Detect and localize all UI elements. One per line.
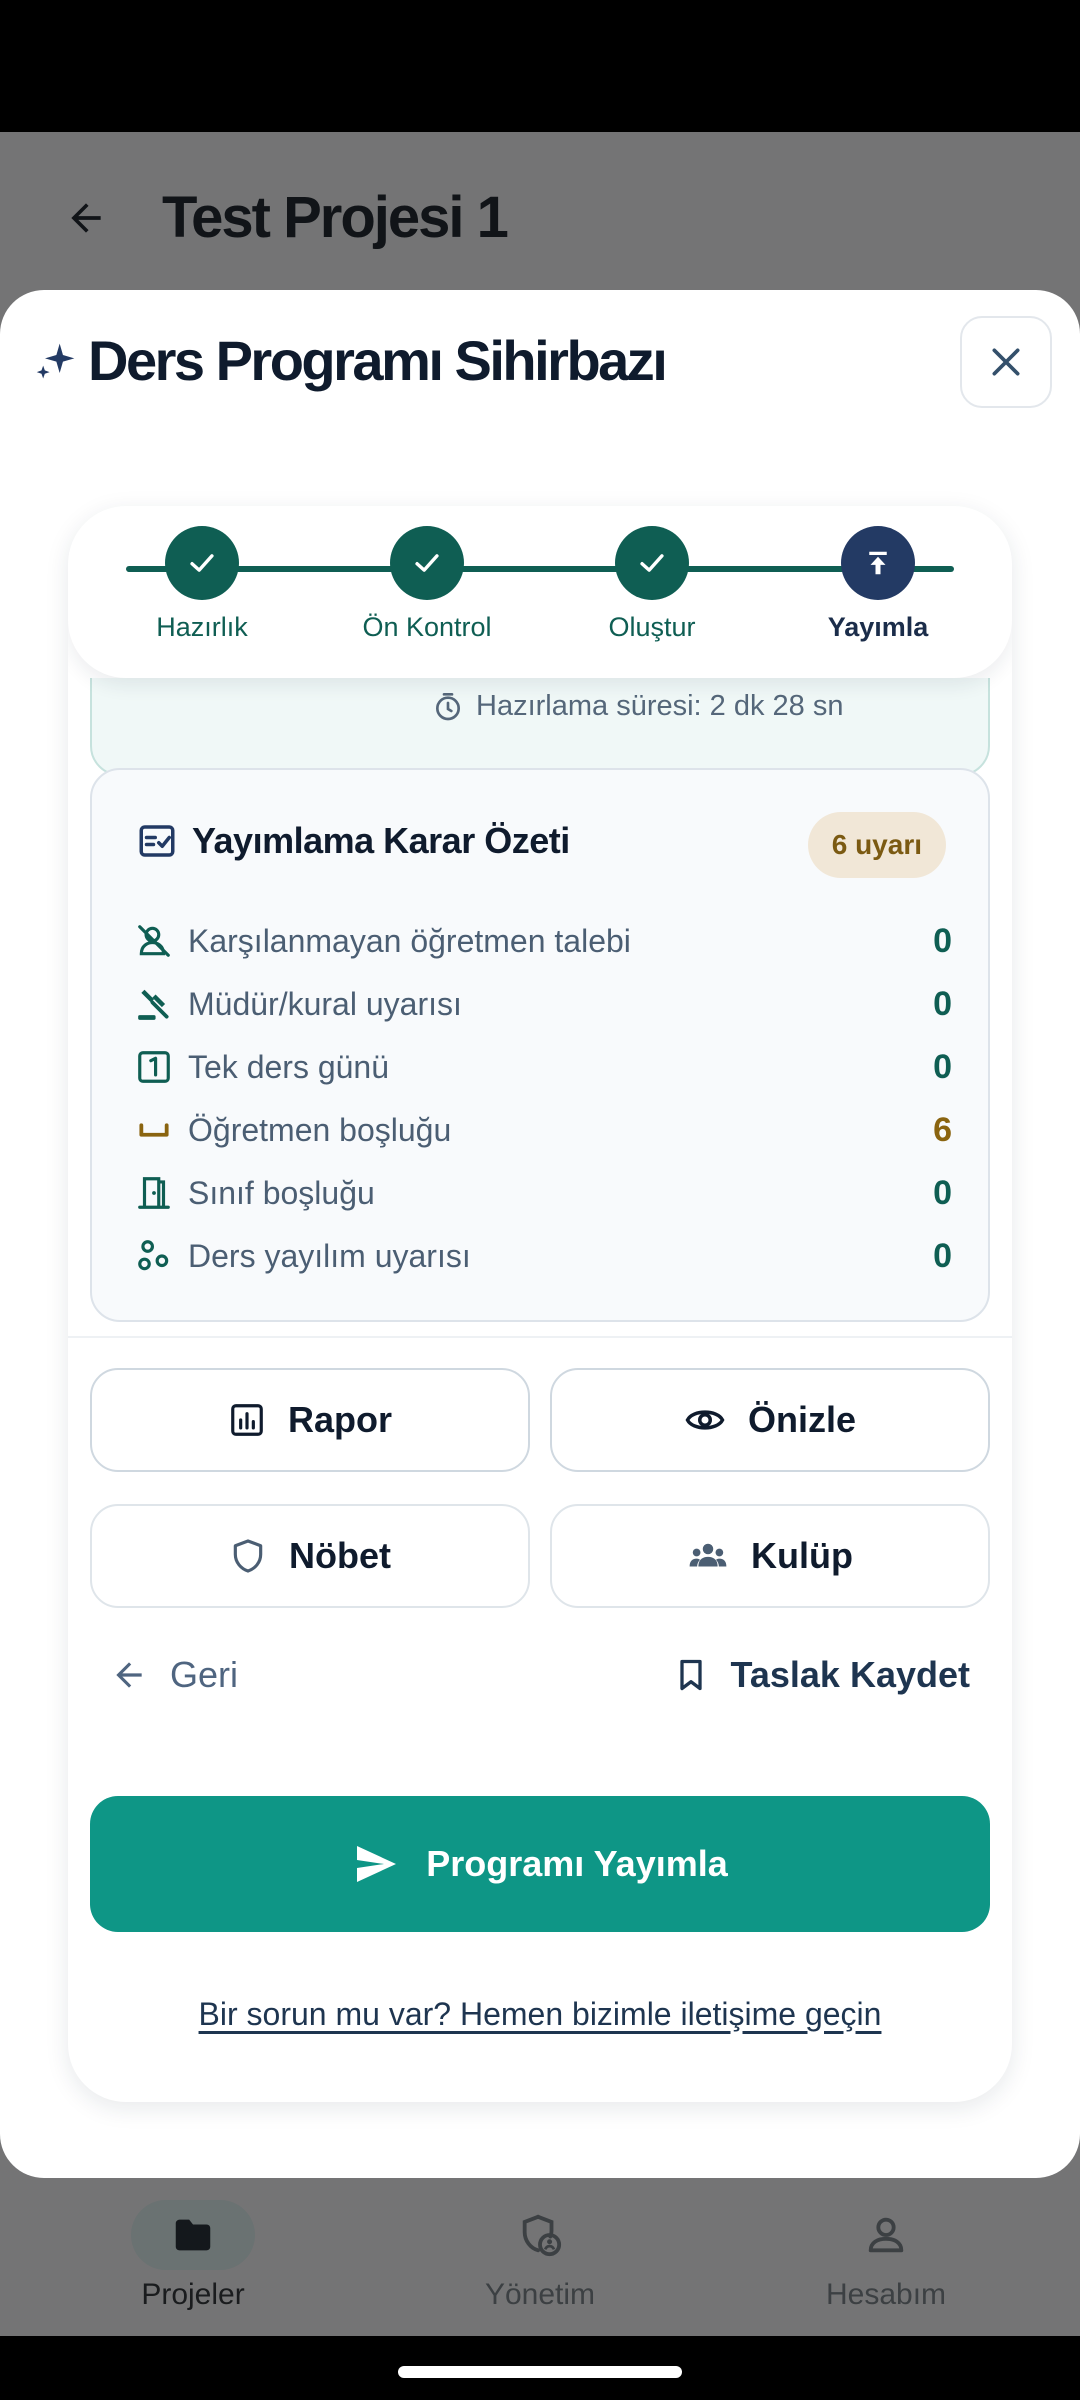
page-title: Test Projesi 1 <box>162 185 509 250</box>
nav-item-yonetim[interactable]: Yönetim <box>420 2200 660 2330</box>
publish-button[interactable]: Programı Yayımla <box>90 1796 990 1932</box>
save-draft-label: Taslak Kaydet <box>730 1654 970 1695</box>
scroll-content[interactable]: Hazırlama süresi: 2 dk 28 sn Yayımlama K… <box>68 678 1012 2102</box>
bar-chart-icon <box>231 1404 263 1436</box>
nav-item-hesabim[interactable]: Hesabım <box>766 2200 1006 2330</box>
metric-row: Müdür/kural uyarısı 0 <box>134 979 952 1029</box>
club-label: Kulüp <box>751 1535 853 1576</box>
check-icon <box>615 526 689 600</box>
nav-label: Yönetim <box>484 2278 596 2311</box>
warning-count-badge: 6 uyarı <box>807 812 946 878</box>
metric-value: 0 <box>933 1047 952 1086</box>
scatter-icon <box>134 1236 174 1276</box>
back-arrow-button[interactable] <box>58 190 114 246</box>
user-off-icon <box>134 921 174 961</box>
club-button[interactable]: Kulüp <box>550 1504 990 1608</box>
gavel-icon <box>134 984 174 1024</box>
metric-value: 0 <box>933 1236 952 1275</box>
metric-row: Öğretmen boşluğu 6 <box>134 1105 952 1155</box>
arrow-left-icon <box>116 1662 142 1688</box>
step-hazirlik[interactable]: Hazırlık <box>102 526 302 643</box>
prep-duration: Hazırlama süresi: 2 dk 28 sn <box>432 690 843 723</box>
metric-label: Tek ders günü <box>188 1048 390 1085</box>
metric-row: Tek ders günü 0 <box>134 1042 952 1092</box>
check-icon <box>165 526 239 600</box>
step-label: Ön Kontrol <box>362 612 492 642</box>
step-yayimla[interactable]: Yayımla <box>778 526 978 643</box>
nav-item-projeler[interactable]: Projeler <box>73 2200 313 2330</box>
folder-icon <box>131 2200 255 2270</box>
admin-shield-icon <box>478 2200 602 2270</box>
duty-button[interactable]: Nöbet <box>90 1504 530 1608</box>
step-label: Oluştur <box>608 612 696 642</box>
metric-label: Öğretmen boşluğu <box>188 1111 452 1148</box>
sparkle-icon <box>36 343 75 379</box>
home-indicator[interactable] <box>398 2366 682 2378</box>
metric-value: 0 <box>933 984 952 1023</box>
metric-label: Ders yayılım uyarısı <box>188 1237 471 1274</box>
close-icon <box>992 348 1020 376</box>
space-bar-icon <box>134 1110 174 1150</box>
metric-row: Sınıf boşluğu 0 <box>134 1168 952 1218</box>
looks-one-icon <box>134 1047 174 1087</box>
app-header: Test Projesi 1 <box>0 132 1080 292</box>
save-draft-button[interactable]: Taslak Kaydet <box>673 1640 970 1710</box>
metric-value: 0 <box>933 921 952 960</box>
timer-icon <box>436 692 460 720</box>
door-open-icon <box>134 1173 174 1213</box>
group-icon <box>689 1543 727 1567</box>
metric-value: 0 <box>933 1173 952 1212</box>
step-label: Hazırlık <box>156 612 248 642</box>
metric-label: Müdür/kural uyarısı <box>188 985 462 1022</box>
metric-row: Karşılanmayan öğretmen talebi 0 <box>134 916 952 966</box>
wizard-card: Hazırlık Ön Kontrol Oluştur Yayımla Hazı… <box>68 506 1012 2102</box>
status-bar <box>0 0 1080 132</box>
metric-row: Ders yayılım uyarısı 0 <box>134 1231 952 1281</box>
back-label: Geri <box>170 1654 239 1695</box>
prep-duration-text: Hazırlama süresi: 2 dk 28 sn <box>476 690 844 722</box>
bookmark-icon <box>679 1659 702 1691</box>
step-label: Yayımla <box>827 612 929 642</box>
checklist-icon <box>139 825 175 857</box>
wizard-sheet: Ders Programı Sihirbazı Hazırlık Ön Kont… <box>0 290 1080 2178</box>
publish-upload-icon <box>841 526 915 600</box>
stepper: Hazırlık Ön Kontrol Oluştur Yayımla <box>68 506 1012 678</box>
report-label: Rapor <box>287 1399 392 1440</box>
metric-label: Karşılanmayan öğretmen talebi <box>188 922 631 959</box>
report-button[interactable]: Rapor <box>90 1368 530 1472</box>
arrow-left-icon <box>71 203 101 233</box>
shield-icon <box>233 1539 263 1573</box>
summary-header: Yayımlama Karar Özeti <box>136 820 570 862</box>
help-contact-link[interactable]: Bir sorun mu var? Hemen bizimle iletişim… <box>68 1996 1012 2033</box>
person-icon <box>824 2200 948 2270</box>
back-button[interactable]: Geri <box>110 1640 238 1710</box>
send-icon <box>357 1846 397 1882</box>
duty-label: Nöbet <box>289 1535 391 1576</box>
metric-label: Sınıf boşluğu <box>188 1174 375 1211</box>
nav-label: Hesabım <box>825 2278 947 2311</box>
system-nav-bar <box>0 2336 1080 2400</box>
check-icon <box>390 526 464 600</box>
eye-icon <box>685 1410 725 1430</box>
divider <box>68 1336 1012 1338</box>
preview-button[interactable]: Önizle <box>550 1368 990 1472</box>
publish-label: Programı Yayımla <box>426 1843 728 1884</box>
sheet-header: Ders Programı Sihirbazı <box>0 290 1080 450</box>
step-olustur[interactable]: Oluştur <box>552 526 752 643</box>
close-button[interactable] <box>960 316 1052 408</box>
bottom-navigation: Projeler Yönetim Hesabım <box>0 2180 1080 2336</box>
nav-label: Projeler <box>141 2278 245 2311</box>
metric-value: 6 <box>933 1110 952 1149</box>
sheet-title: Ders Programı Sihirbazı <box>88 329 668 392</box>
step-on-kontrol[interactable]: Ön Kontrol <box>327 526 527 643</box>
summary-title: Yayımlama Karar Özeti <box>192 820 570 861</box>
prep-info-box: Hazırlama süresi: 2 dk 28 sn <box>90 678 990 776</box>
publish-summary: Yayımlama Karar Özeti 6 uyarı Karşılanma… <box>90 768 990 1322</box>
preview-label: Önizle <box>747 1399 857 1440</box>
